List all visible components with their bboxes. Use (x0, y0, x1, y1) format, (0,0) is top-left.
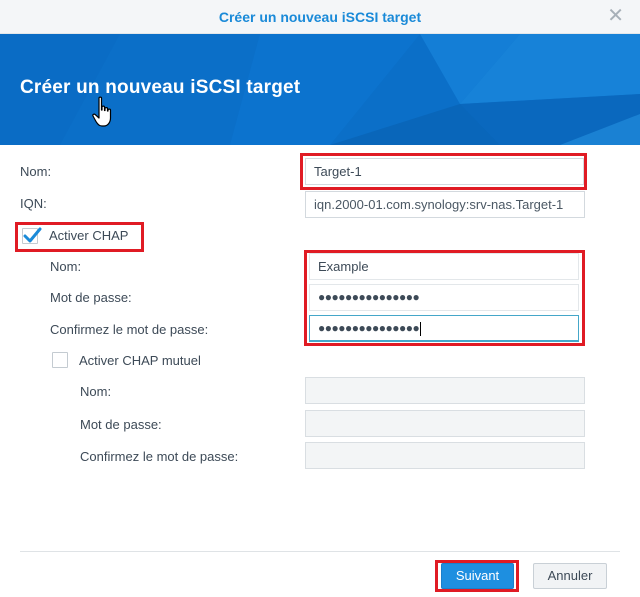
iqn-input[interactable]: iqn.2000-01.com.synology:srv-nas.Target-… (305, 191, 585, 218)
chap-password-input[interactable]: ●●●●●●●●●●●●●●● (309, 284, 579, 311)
mutual-name-label: Nom: (80, 384, 112, 399)
mutual-confirm-label: Confirmez le mot de passe: (80, 449, 239, 464)
banner-title: Créer un nouveau iSCSI target (20, 77, 301, 98)
iqn-label: IQN: (20, 196, 47, 211)
mutual-name-input[interactable] (305, 377, 585, 404)
chap-name-label: Nom: (50, 259, 82, 274)
text-caret (420, 321, 422, 336)
chap-name-input[interactable]: Example (309, 253, 579, 280)
enable-mutual-chap-label: Activer CHAP mutuel (79, 353, 201, 368)
cancel-button[interactable]: Annuler (533, 563, 607, 589)
footer-divider (20, 551, 620, 552)
chap-confirm-label: Confirmez le mot de passe: (50, 322, 209, 337)
chap-password-label: Mot de passe: (50, 290, 132, 305)
wizard-banner: Créer un nouveau iSCSI target (0, 34, 640, 145)
next-button[interactable]: Suivant (441, 563, 514, 589)
enable-chap-checkbox[interactable] (22, 227, 42, 244)
close-icon[interactable]: ✕ (607, 6, 624, 26)
name-label: Nom: (20, 164, 52, 179)
dialog-titlebar: Créer un nouveau iSCSI target ✕ (0, 0, 640, 34)
checkmark-icon (23, 227, 42, 243)
dialog-title: Créer un nouveau iSCSI target (218, 9, 422, 25)
enable-mutual-chap-checkbox[interactable] (52, 352, 68, 368)
enable-chap-label: Activer CHAP (49, 228, 129, 243)
chap-confirm-input[interactable]: ●●●●●●●●●●●●●●● (309, 315, 579, 342)
name-input[interactable]: Target-1 (305, 158, 584, 185)
mutual-password-input[interactable] (305, 410, 585, 437)
mutual-password-label: Mot de passe: (80, 417, 162, 432)
hand-cursor-icon (92, 96, 112, 127)
mutual-confirm-input[interactable] (305, 442, 585, 469)
chap-confirm-value: ●●●●●●●●●●●●●●● (318, 321, 420, 335)
